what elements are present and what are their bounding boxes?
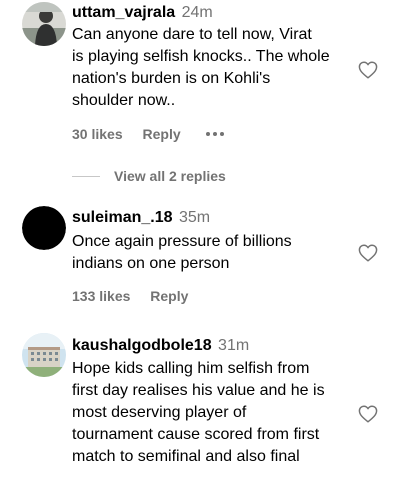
comment-line: most deserving player of	[72, 404, 247, 421]
comment-text: Hope kids calling him selfish from first…	[72, 358, 357, 468]
username[interactable]: suleiman_.18	[72, 209, 173, 226]
timestamp: 35m	[178, 209, 211, 226]
likes-count[interactable]: 133 likes	[72, 288, 130, 304]
avatar[interactable]	[22, 206, 66, 250]
comment-text: Can anyone dare to tell now, Virat is pl…	[72, 24, 357, 112]
comment-text: Once again pressure of billions indians …	[72, 231, 357, 275]
comment-line: first day realises his value and he is	[72, 382, 325, 399]
avatar[interactable]	[22, 333, 66, 377]
likes-count[interactable]: 30 likes	[72, 126, 123, 142]
comment-line: Can anyone dare to tell now, Virat	[72, 26, 312, 43]
username[interactable]: kaushalgodbole18	[72, 337, 212, 354]
replies-divider	[72, 175, 100, 177]
comment-line: is playing selfish knocks.. The whole	[72, 48, 330, 65]
comment-line: Once again pressure of billions	[72, 233, 292, 250]
heart-outline-icon[interactable]	[358, 405, 378, 423]
view-replies-label[interactable]: View all 2 replies	[114, 168, 226, 184]
timestamp: 24m	[181, 4, 213, 21]
username[interactable]: uttam_vajrala	[72, 4, 175, 21]
avatar[interactable]	[22, 2, 66, 46]
comment-line: match to semifinal and also final	[72, 448, 300, 465]
comments-screen: uttam_vajrala 24m Can anyone dare to tel…	[0, 0, 400, 480]
timestamp: 31m	[218, 337, 250, 354]
heart-outline-icon[interactable]	[358, 61, 378, 79]
comment-line: indians on one person	[72, 255, 230, 272]
comment-line: Hope kids calling him selfish from	[72, 360, 310, 377]
heart-outline-icon[interactable]	[358, 244, 378, 262]
comment-line: nation's burden is on Kohli's	[72, 70, 271, 87]
comment-line: shoulder now..	[72, 92, 176, 109]
reply-button[interactable]: Reply	[143, 126, 181, 142]
view-replies-link[interactable]: View all 2 replies	[72, 167, 226, 185]
ellipsis-icon[interactable]	[205, 131, 225, 137]
comment-line: tournament cause scored from first	[72, 426, 320, 443]
reply-button[interactable]: Reply	[150, 288, 188, 304]
